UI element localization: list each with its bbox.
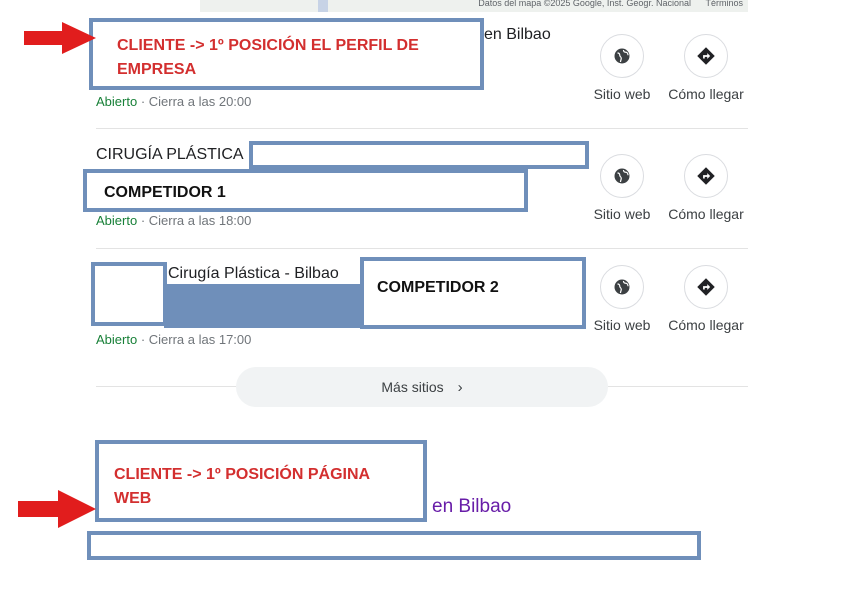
annotation-competitor-1-text: COMPETIDOR 1	[104, 184, 226, 201]
more-places-button[interactable]: Más sitios ›	[236, 367, 608, 407]
listing-1-website-button[interactable]: Sitio web	[582, 34, 662, 102]
redaction-snippet-box	[87, 531, 701, 560]
listing-3-open: Abierto	[96, 332, 138, 347]
annotation-client-web: CLIENTE -> 1º POSICIÓN PÁGINA WEB	[95, 440, 427, 522]
annotation-client-profile-line1: CLIENTE -> 1º POSICIÓN EL PERFIL DE	[117, 37, 419, 54]
red-arrow-icon	[24, 22, 96, 54]
listing-2-name[interactable]: CIRUGÍA PLÁSTICA	[96, 146, 244, 164]
globe-icon	[600, 154, 644, 198]
globe-icon	[600, 265, 644, 309]
listing-3-website-button[interactable]: Sitio web	[582, 265, 662, 333]
annotation-client-profile-line2: EMPRESA	[117, 61, 197, 78]
annotation-competitor-1: COMPETIDOR 1	[83, 169, 528, 212]
chevron-right-icon: ›	[457, 378, 463, 396]
listing-3-website-label: Sitio web	[593, 317, 651, 333]
annotation-competitor-2-text: COMPETIDOR 2	[377, 279, 499, 296]
listing-3-directions-label: Cómo llegar	[668, 317, 744, 333]
listing-2-hours: · Cierra a las 18:00	[137, 213, 252, 228]
directions-icon	[684, 34, 728, 78]
listing-1-status: Abierto · Cierra a las 20:00	[96, 94, 251, 109]
listing-2-website-label: Sitio web	[593, 206, 651, 222]
listing-1-directions-label: Cómo llegar	[668, 86, 744, 102]
listing-2-status: Abierto · Cierra a las 18:00	[96, 213, 251, 228]
directions-icon	[684, 265, 728, 309]
listing-1-hours: · Cierra a las 20:00	[137, 94, 252, 109]
listing-3-hours: · Cierra a las 17:00	[137, 332, 252, 347]
red-arrow-icon	[18, 490, 96, 528]
listing-1-directions-button[interactable]: Cómo llegar	[666, 34, 746, 102]
map-road	[318, 0, 328, 12]
listing-3-status: Abierto · Cierra a las 17:00	[96, 332, 251, 347]
listing-3-name[interactable]: Cirugía Plástica - Bilbao	[168, 265, 339, 283]
more-places-label: Más sitios	[381, 379, 444, 395]
listing-2-open: Abierto	[96, 213, 138, 228]
listing-1-website-label: Sitio web	[593, 86, 651, 102]
directions-icon	[684, 154, 728, 198]
web-result-title[interactable]: en Bilbao	[432, 496, 511, 518]
redaction-fill	[164, 284, 364, 328]
divider	[96, 128, 748, 129]
annotation-client-web-line2: WEB	[114, 490, 152, 507]
listing-2-directions-button[interactable]: Cómo llegar	[666, 154, 746, 222]
map-terms-link[interactable]: Términos	[705, 0, 743, 8]
redaction-thumbnail	[91, 262, 167, 326]
listing-2-directions-label: Cómo llegar	[668, 206, 744, 222]
listing-1-open: Abierto	[96, 94, 138, 109]
map-attribution-text: Datos del mapa ©2025 Google, Inst. Geogr…	[478, 0, 691, 8]
divider	[96, 248, 748, 249]
annotation-competitor-2: COMPETIDOR 2	[360, 257, 586, 329]
annotation-client-web-line1: CLIENTE -> 1º POSICIÓN PÁGINA	[114, 466, 371, 483]
redaction-box	[249, 141, 589, 169]
listing-1-name[interactable]: en Bilbao	[484, 26, 551, 44]
listing-3-directions-button[interactable]: Cómo llegar	[666, 265, 746, 333]
listing-2-website-button[interactable]: Sitio web	[582, 154, 662, 222]
annotation-client-profile: CLIENTE -> 1º POSICIÓN EL PERFIL DE EMPR…	[89, 18, 484, 90]
map-attribution: Datos del mapa ©2025 Google, Inst. Geogr…	[478, 0, 743, 8]
globe-icon	[600, 34, 644, 78]
